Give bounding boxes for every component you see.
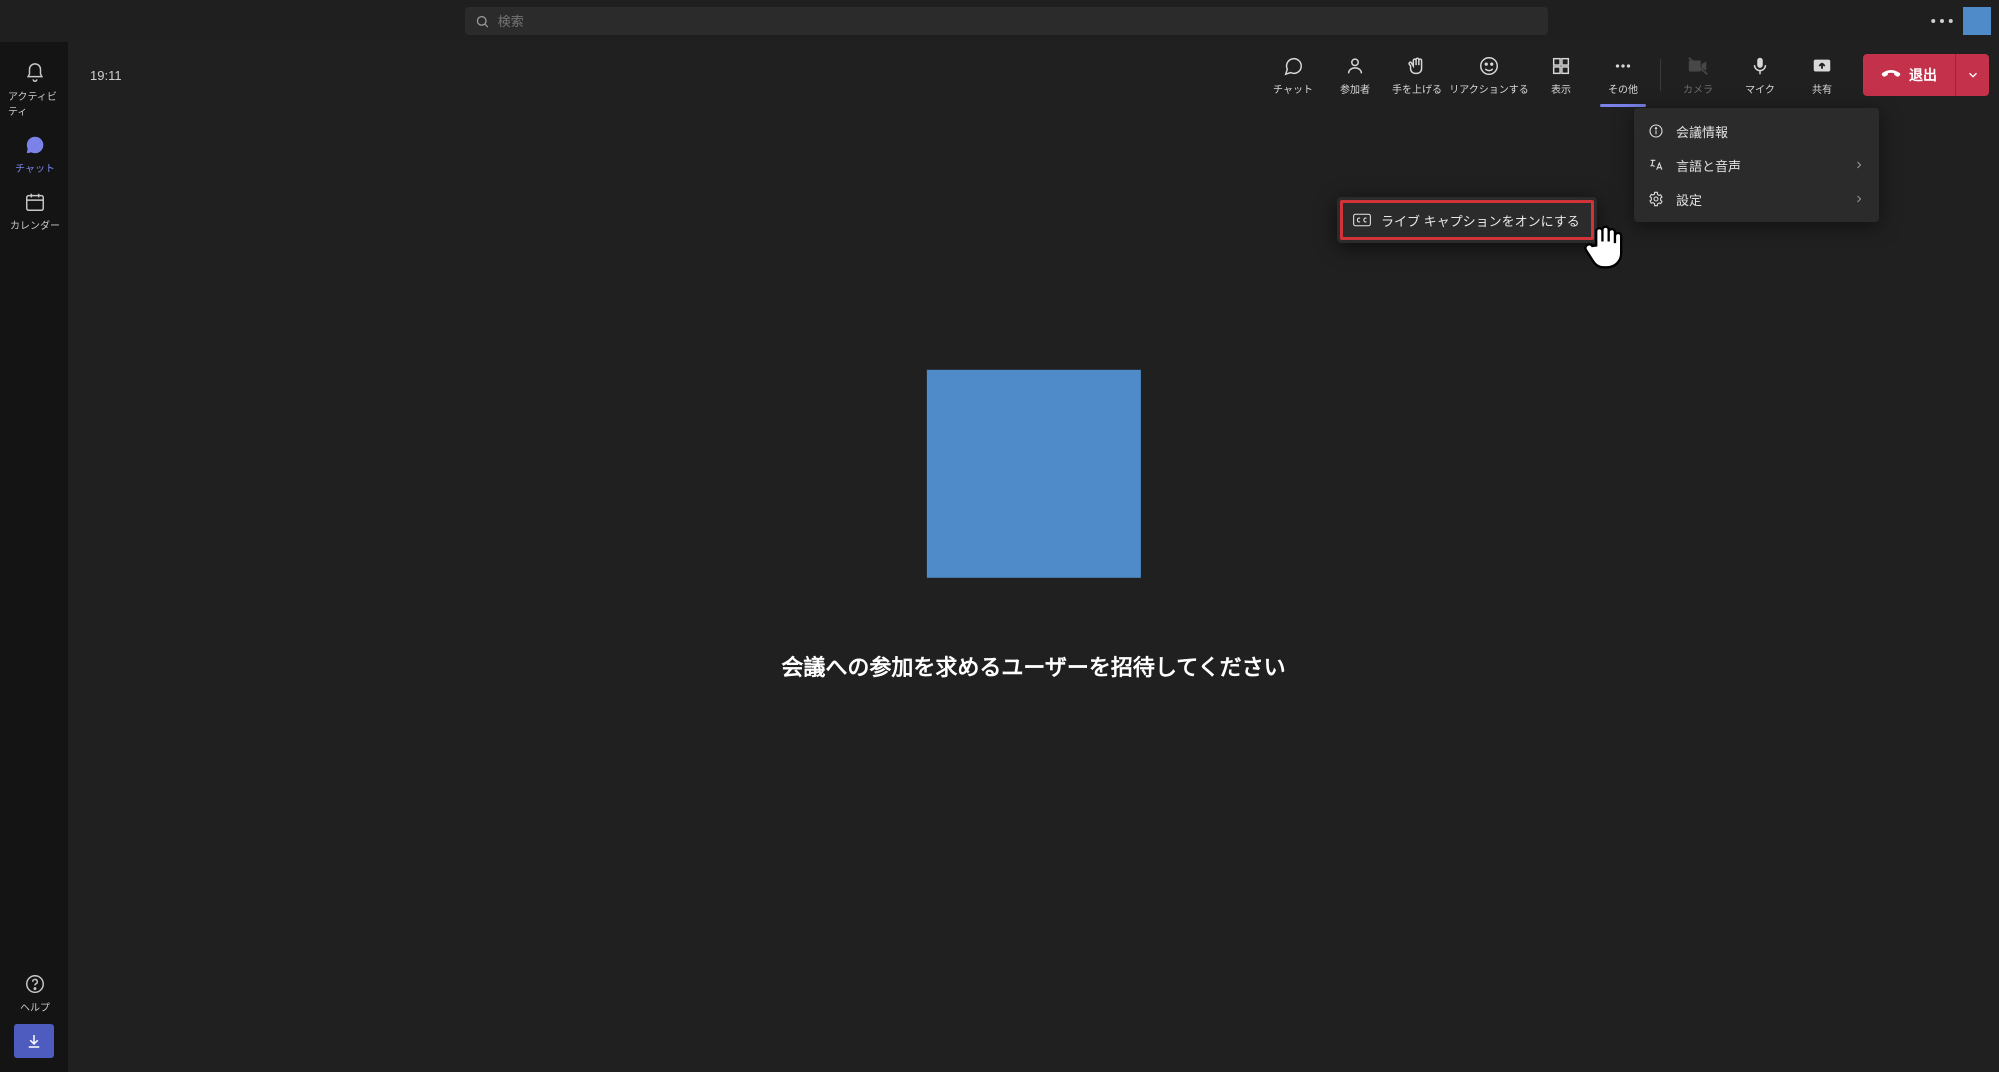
toolbar-label: チャット	[1273, 81, 1313, 96]
chevron-down-icon	[1966, 68, 1980, 82]
toolbar-label: リアクションする	[1449, 81, 1529, 96]
menu-meeting-info[interactable]: 会議情報	[1634, 114, 1879, 148]
hangup-icon	[1881, 65, 1901, 85]
people-icon	[1344, 55, 1366, 77]
toolbar-raise-hand[interactable]: 手を上げる	[1386, 49, 1448, 101]
meeting-center: 会議への参加を求めるユーザーを招待してください	[781, 370, 1285, 682]
menu-settings[interactable]: 設定	[1634, 182, 1879, 216]
title-more-button[interactable]	[1927, 6, 1957, 36]
toolbar-mic[interactable]: マイク	[1729, 49, 1791, 101]
hand-icon	[1406, 55, 1428, 77]
toolbar-react[interactable]: リアクションする	[1448, 49, 1530, 101]
profile-avatar[interactable]	[1963, 7, 1991, 35]
toolbar-label: 表示	[1551, 81, 1571, 96]
language-icon	[1648, 157, 1664, 173]
more-menu: 会議情報 言語と音声 設定	[1634, 108, 1879, 222]
leave-button[interactable]: 退出	[1863, 54, 1955, 96]
download-icon	[25, 1032, 43, 1050]
toolbar-label: カメラ	[1683, 81, 1713, 96]
rail-download[interactable]	[14, 1024, 54, 1058]
cc-icon	[1353, 213, 1371, 227]
rail-help[interactable]: ヘルプ	[6, 967, 62, 1024]
title-bar	[0, 0, 1999, 42]
chat-bubble-icon	[1282, 55, 1304, 77]
participant-avatar-placeholder	[927, 370, 1141, 578]
chevron-right-icon	[1853, 159, 1865, 171]
toolbar-view[interactable]: 表示	[1530, 49, 1592, 101]
toolbar-label: 共有	[1812, 81, 1832, 96]
rail-activity[interactable]: アクティビティ	[6, 56, 62, 128]
toolbar-divider	[1660, 59, 1661, 91]
rail-calendar[interactable]: カレンダー	[6, 185, 62, 242]
rail-label: ヘルプ	[20, 999, 50, 1014]
menu-language-audio[interactable]: 言語と音声	[1634, 148, 1879, 182]
search-icon	[475, 14, 490, 29]
toolbar-label: 手を上げる	[1392, 81, 1442, 96]
search-input[interactable]	[498, 14, 1538, 29]
grid-icon	[1550, 55, 1572, 77]
app-rail: アクティビティ チャット カレンダー ヘルプ	[0, 42, 68, 1072]
menu-label: 会議情報	[1676, 122, 1728, 141]
camera-off-icon	[1687, 55, 1709, 77]
bell-icon	[24, 62, 46, 84]
help-icon	[24, 973, 46, 995]
invite-message: 会議への参加を求めるユーザーを招待してください	[781, 650, 1285, 682]
chevron-right-icon	[1853, 193, 1865, 205]
leave-label: 退出	[1909, 65, 1937, 85]
meeting-time: 19:11	[90, 68, 122, 83]
share-screen-icon	[1811, 55, 1833, 77]
meeting-toolbar: 19:11 チャット 参加者 手を上げる リアクションする 表示 その他	[68, 42, 1999, 108]
toolbar-label: 参加者	[1340, 81, 1370, 96]
mic-icon	[1749, 55, 1771, 77]
emoji-icon	[1478, 55, 1500, 77]
meeting-stage: 19:11 チャット 参加者 手を上げる リアクションする 表示 その他	[68, 42, 1999, 1072]
leave-dropdown[interactable]	[1955, 54, 1989, 96]
gear-icon	[1648, 191, 1664, 207]
ellipsis-icon	[1927, 6, 1957, 36]
leave-group: 退出	[1863, 54, 1989, 96]
toolbar-chat[interactable]: チャット	[1262, 49, 1324, 101]
ellipsis-icon	[1612, 55, 1634, 77]
info-icon	[1648, 123, 1664, 139]
toolbar-camera[interactable]: カメラ	[1667, 49, 1729, 101]
toolbar-share[interactable]: 共有	[1791, 49, 1853, 101]
toolbar-more[interactable]: その他	[1592, 49, 1654, 101]
search-box[interactable]	[465, 7, 1548, 35]
rail-chat[interactable]: チャット	[6, 128, 62, 185]
chat-icon	[24, 134, 46, 156]
menu-label: 設定	[1676, 190, 1702, 209]
live-caption-callout: ライブ キャプションをオンにする	[1337, 197, 1597, 243]
rail-label: アクティビティ	[8, 88, 62, 118]
live-caption-label: ライブ キャプションをオンにする	[1381, 211, 1580, 230]
toolbar-label: マイク	[1745, 81, 1775, 96]
live-caption-button[interactable]: ライブ キャプションをオンにする	[1340, 200, 1594, 240]
toolbar-people[interactable]: 参加者	[1324, 49, 1386, 101]
rail-label: カレンダー	[10, 217, 60, 232]
calendar-icon	[24, 191, 46, 213]
menu-label: 言語と音声	[1676, 156, 1741, 175]
rail-label: チャット	[15, 160, 55, 175]
toolbar-label: その他	[1608, 81, 1638, 96]
